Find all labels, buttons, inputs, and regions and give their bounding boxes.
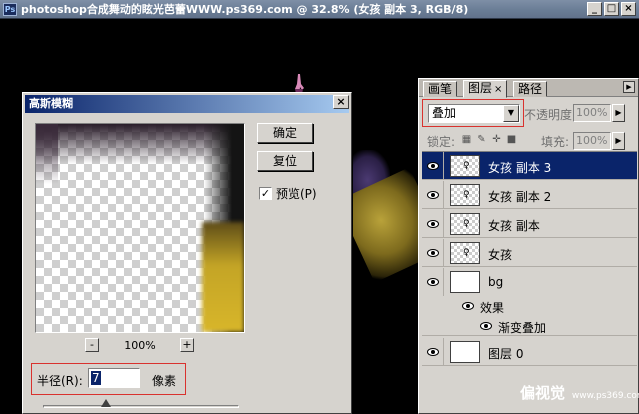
eye-icon[interactable] [480, 322, 492, 330]
preview-zoom-row: - 100% + [35, 338, 245, 354]
effects-row[interactable]: 效果 [422, 296, 637, 316]
preview-checkbox[interactable]: ✓ [259, 187, 272, 200]
fill-input[interactable]: 100% [573, 132, 611, 150]
gaussian-blur-dialog: 高斯模糊 × - 100% + 确定 复位 ✓ 预览(P) 半径(R): 7 像… [22, 92, 352, 414]
ok-button[interactable]: 确定 [257, 123, 313, 143]
layer-name: 女孩 副本 2 [488, 190, 552, 204]
layer-name: 女孩 [488, 248, 513, 262]
watermark-brand: 偏视觉 [520, 384, 566, 402]
layer-row[interactable]: ♀ 女孩 [422, 239, 637, 267]
layer-row[interactable]: 图层 0 [422, 338, 637, 366]
layer-thumbnail: ♀ [450, 155, 480, 177]
layer-name: 女孩 副本 [488, 219, 540, 233]
radius-slider-thumb[interactable] [100, 399, 111, 407]
layer-name: bg [488, 275, 504, 289]
watermark-url: www.ps369.com [571, 391, 639, 401]
layer-row[interactable]: ♀ 女孩 副本 3 [422, 152, 637, 180]
effects-label: 效果 [480, 301, 505, 315]
document-title-bar: Ps photoshop合成舞动的眩光芭蕾WWW.ps369.com @ 32.… [0, 0, 639, 19]
panel-tabs: 画笔 图层 × 路径 ▶ [419, 79, 638, 98]
lock-image-icon[interactable]: ✎ [476, 134, 487, 145]
radius-slider-track[interactable] [43, 405, 239, 408]
eye-icon[interactable] [462, 302, 474, 310]
opacity-arrow-button[interactable]: ▶ [612, 104, 625, 122]
reset-button[interactable]: 复位 [257, 151, 313, 171]
layer-row[interactable]: bg [422, 268, 637, 296]
layer-thumbnail: ♀ [450, 242, 480, 264]
dialog-close-button[interactable]: × [333, 95, 349, 109]
lock-label: 锁定: [427, 135, 456, 149]
zoom-in-button[interactable]: + [180, 338, 194, 352]
fill-label: 填充: [541, 135, 570, 149]
tab-layers[interactable]: 图层 × [463, 80, 508, 98]
eye-icon[interactable] [427, 249, 439, 257]
fill-arrow-button[interactable]: ▶ [612, 132, 625, 150]
dialog-title: 高斯模糊 [25, 95, 349, 113]
layer-name: 女孩 副本 3 [488, 161, 552, 175]
minimize-button[interactable]: _ [587, 2, 602, 16]
tab-brushes[interactable]: 画笔 [423, 81, 458, 97]
effect-item-row[interactable]: 渐变叠加 [422, 316, 637, 336]
watermark: 偏视觉 www.ps369.com [520, 382, 639, 403]
lock-icons: ▦ ✎ ✛ ■ [461, 134, 517, 145]
document-title: photoshop合成舞动的眩光芭蕾WWW.ps369.com @ 32.8% … [21, 3, 469, 16]
eye-icon[interactable] [427, 278, 439, 286]
tab-close-icon[interactable]: × [494, 84, 502, 95]
opacity-label: 不透明度: [524, 108, 577, 122]
layer-thumbnail: ♀ [450, 213, 480, 235]
preview-label: 预览(P) [276, 187, 317, 201]
eye-icon[interactable] [427, 348, 439, 356]
layer-thumbnail [450, 341, 480, 363]
layers-panel: 画笔 图层 × 路径 ▶ 叠加 ▼ 不透明度: 100% ▶ 锁定: ▦ ✎ ✛ … [418, 78, 639, 414]
chevron-down-icon[interactable]: ▼ [503, 105, 519, 122]
blend-mode-highlight: 叠加 ▼ [422, 99, 524, 127]
radius-input[interactable]: 7 [88, 368, 140, 388]
opacity-input[interactable]: 100% [573, 104, 611, 122]
eye-icon[interactable] [427, 162, 439, 170]
panel-menu-icon[interactable]: ▶ [623, 81, 635, 93]
layer-row[interactable]: ♀ 女孩 副本 2 [422, 181, 637, 209]
layer-name: 图层 0 [488, 347, 524, 361]
lock-position-icon[interactable]: ✛ [491, 134, 502, 145]
blend-mode-select[interactable]: 叠加 ▼ [428, 104, 520, 123]
radius-label: 半径(R): [37, 374, 83, 388]
zoom-value: 100% [124, 339, 156, 352]
eye-icon[interactable] [427, 220, 439, 228]
radius-highlight: 半径(R): 7 像素 [31, 363, 186, 395]
preview-checkbox-row[interactable]: ✓ 预览(P) [259, 185, 317, 202]
close-button[interactable]: × [621, 2, 636, 16]
layer-row[interactable]: ♀ 女孩 副本 [422, 210, 637, 238]
lock-transparency-icon[interactable]: ▦ [461, 134, 472, 145]
window-controls: _ □ × [587, 2, 636, 16]
maximize-button[interactable]: □ [604, 2, 619, 16]
radius-unit: 像素 [152, 374, 177, 388]
layer-thumbnail: ♀ [450, 184, 480, 206]
eye-icon[interactable] [427, 191, 439, 199]
lock-all-icon[interactable]: ■ [506, 134, 517, 145]
tab-paths[interactable]: 路径 [513, 81, 548, 97]
layer-thumbnail [450, 271, 480, 293]
photoshop-app-icon: Ps [3, 3, 17, 16]
gradient-overlay-label: 渐变叠加 [498, 321, 547, 335]
blur-preview[interactable] [35, 123, 245, 333]
layer-list: ♀ 女孩 副本 3 ♀ 女孩 副本 2 ♀ 女孩 副本 ♀ 女孩 bg 效果 渐… [422, 151, 637, 413]
